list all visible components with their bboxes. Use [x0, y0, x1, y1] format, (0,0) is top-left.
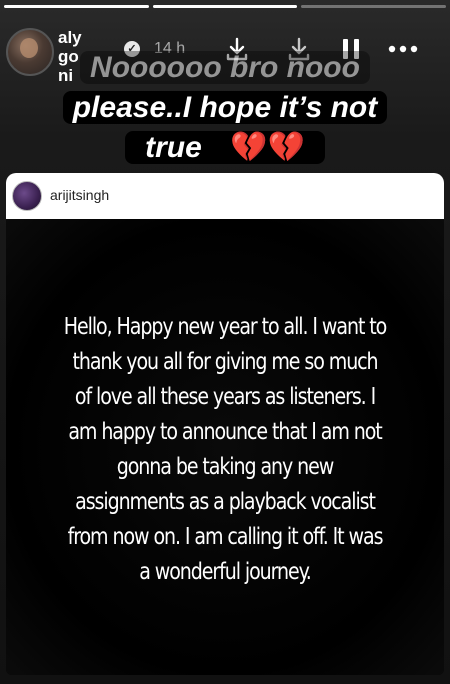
post-avatar[interactable] — [12, 181, 42, 211]
progress-segment — [301, 5, 447, 8]
story-caption: Noooooo bro nooo please..I hope it’s not… — [0, 48, 450, 168]
post-username[interactable]: arijitsingh — [50, 187, 109, 203]
caption-line-1: please..I hope it’s not — [62, 91, 388, 124]
post-body: Hello, Happy new year to all. I want to … — [6, 219, 444, 675]
post-header: arijitsingh — [6, 173, 444, 220]
shared-post-card[interactable]: arijitsingh Hello, Happy new year to all… — [6, 173, 444, 675]
broken-heart-icon: 💔💔 — [220, 131, 315, 164]
story-viewer[interactable]: alygoni ✓ 14 h Noooooo bro nooo please..… — [0, 0, 450, 684]
post-text: Hello, Happy new year to all. I want to … — [63, 312, 388, 585]
caption-line-2: true — [135, 131, 212, 164]
progress-segment — [4, 5, 149, 8]
story-progress — [4, 5, 447, 8]
caption-faded-line: Noooooo bro nooo — [80, 51, 370, 84]
progress-segment — [152, 5, 298, 8]
